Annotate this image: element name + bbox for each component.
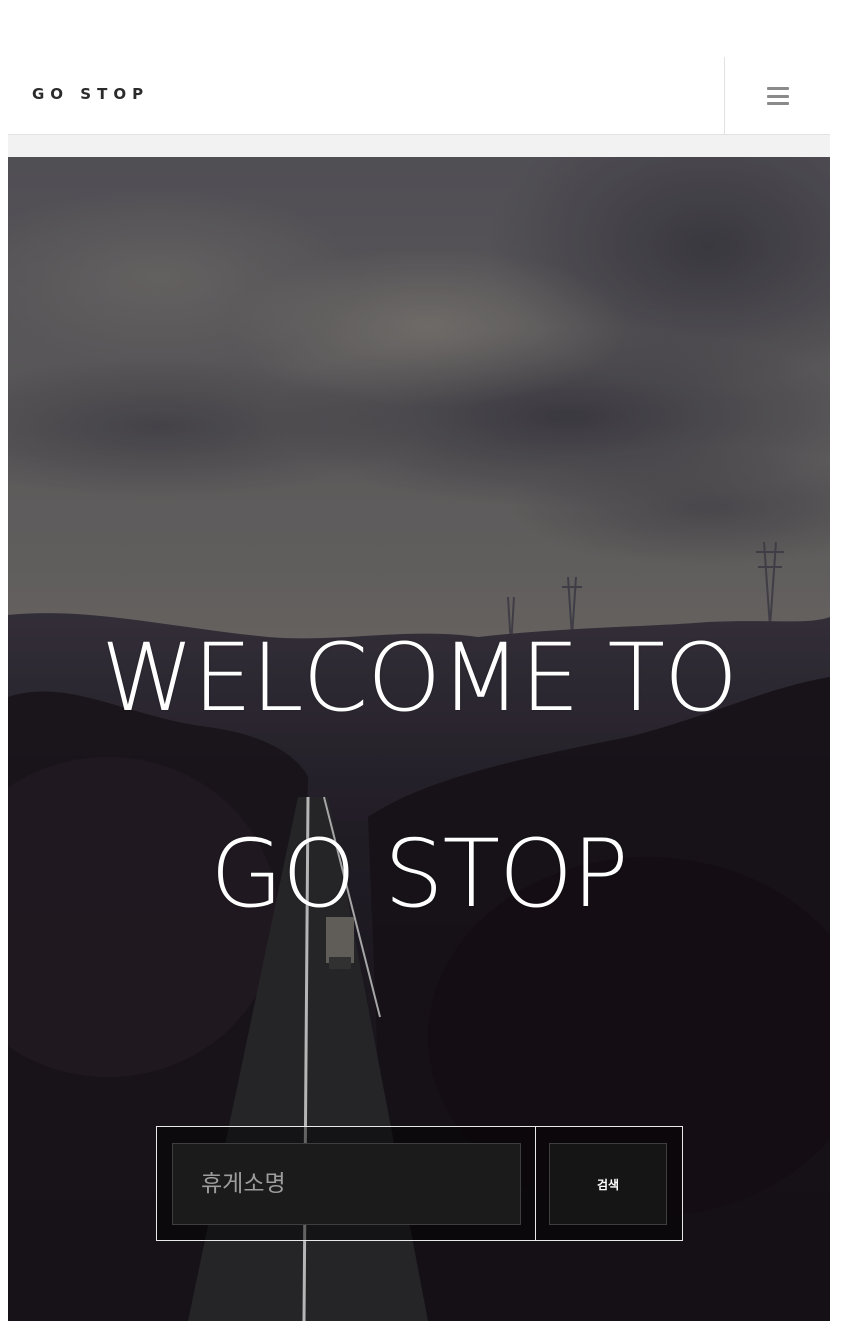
hero-title-line1: WELCOME TO [100, 624, 738, 733]
rest-area-search-input[interactable] [172, 1143, 521, 1225]
menu-toggle-button[interactable] [724, 57, 830, 135]
brand-logo[interactable]: GO STOP [32, 85, 149, 103]
search-divider [535, 1127, 536, 1240]
navbar: GO STOP [8, 57, 830, 135]
hamburger-menu-icon [766, 87, 789, 105]
search-form: 검색 [156, 1126, 683, 1241]
app-frame: GO STOP WELCOME TO GO STOP 휴게소명 검색 [8, 57, 830, 1321]
hero-title-line2: GO STOP [210, 820, 628, 929]
hero-section: WELCOME TO GO STOP 검색 [8, 157, 830, 1321]
nav-spacer [8, 135, 830, 157]
search-button[interactable]: 검색 [549, 1143, 667, 1225]
